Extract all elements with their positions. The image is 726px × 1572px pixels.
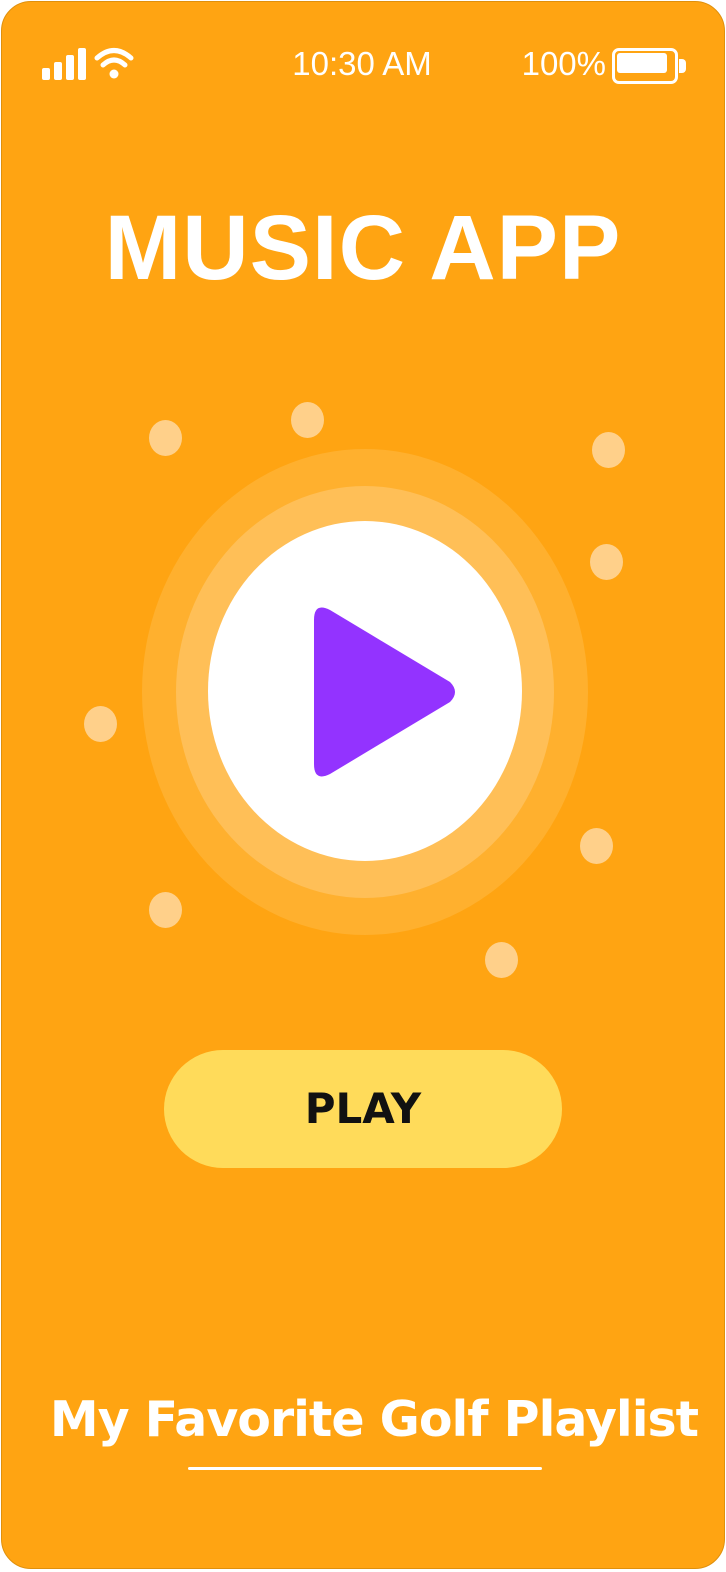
decorative-dot (149, 892, 182, 928)
status-time: 10:30 AM (292, 45, 432, 82)
decorative-dot (291, 402, 324, 438)
status-bar: 10:30 AM 100% (2, 2, 724, 132)
decorative-dot (580, 828, 613, 864)
play-button[interactable]: PLAY (164, 1050, 562, 1168)
play-icon[interactable] (308, 600, 464, 784)
decorative-dot (149, 420, 182, 456)
app-title: MUSIC APP (104, 197, 622, 299)
playlist-title-underline (188, 1467, 542, 1470)
decorative-dot (485, 942, 518, 978)
decorative-dot (592, 432, 625, 468)
playlist-title[interactable]: My Favorite Golf Playlist (2, 1388, 724, 1452)
cellular-signal-icon (42, 48, 88, 80)
wifi-icon (94, 48, 134, 79)
battery-percentage: 100% (521, 45, 606, 82)
battery-icon (612, 48, 688, 84)
phone-screen: 10:30 AM 100% MUSIC APP PLAY My Favorite… (1, 1, 725, 1569)
decorative-dot (590, 544, 623, 580)
decorative-dot (84, 706, 117, 742)
